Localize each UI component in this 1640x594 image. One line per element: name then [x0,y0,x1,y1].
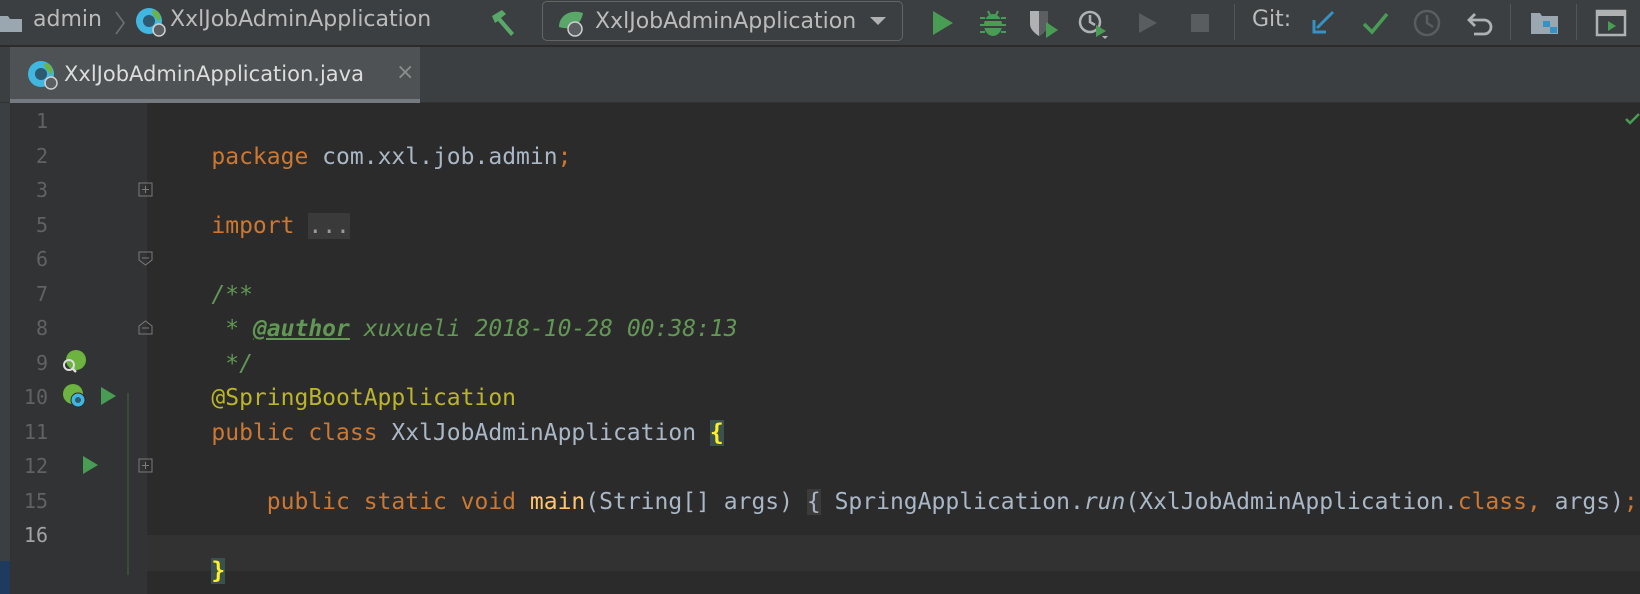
breadcrumb-separator-icon [115,11,125,35]
code-line-8: */ [156,310,253,377]
spring-boot-app-icon[interactable] [60,382,88,410]
line-number: 1 [35,109,48,133]
spring-boot-run-config-icon [559,11,583,37]
chevron-down-icon [870,17,886,25]
code-line-7: * @author xuxueli 2018-10-28 00:38:13 [156,275,737,342]
spring-boot-class-icon [28,61,58,90]
tab-xxl-job-admin-application[interactable]: XxlJobAdminApplication.java × [10,47,420,103]
code-line-1: package com.xxl.job.admin; [156,103,571,170]
code-line-12: public static void main(String[] args) {… [156,448,1640,515]
spring-boot-class-icon [136,8,166,37]
folded-brace-open[interactable]: { [806,489,821,515]
javadoc-author-text: xuxueli 2018-10-28 00:38:13 [349,316,738,342]
comma: , [1526,489,1541,515]
tool-window-marker [0,561,10,594]
method-body: (XxlJobAdminApplication. [1125,489,1458,515]
folded-imports[interactable]: ... [308,213,350,239]
fold-collapse-icon[interactable] [138,251,153,266]
spring-bean-search-icon[interactable] [60,347,88,375]
method-name: main [529,489,586,515]
line-number: 12 [23,454,48,478]
tab-label: XxlJobAdminApplication.java [64,62,364,86]
code-line-3: import ... [156,172,350,239]
fold-expand-icon[interactable] [138,182,153,197]
breadcrumb-module[interactable]: admin [33,7,102,32]
keyword: public class [211,420,378,446]
line-number: 3 [35,178,48,202]
git-update-icon[interactable] [1307,6,1341,40]
line-number: 11 [23,420,48,444]
vcs-change-marker [127,393,129,575]
keyword: import [211,213,295,239]
code-line-6: /** [156,241,253,308]
code-line-9: @SpringBootApplication [156,344,516,411]
semicolon: ; [1623,489,1638,515]
javadoc-tag: @author [252,316,350,342]
keyword: package [211,144,309,170]
folder-icon [0,16,22,32]
line-number: 5 [35,213,48,237]
coverage-icon[interactable] [1026,6,1060,40]
line-number: 2 [35,144,48,168]
run-configuration-label: XxlJobAdminApplication [595,9,857,34]
method-body: SpringApplication. [820,489,1084,515]
line-number: 6 [35,247,48,271]
current-line-highlight [147,535,1640,571]
run-configuration-selector[interactable]: XxlJobAdminApplication [542,1,903,41]
breadcrumb-class[interactable]: XxlJobAdminApplication [170,7,431,32]
line-number: 8 [35,316,48,340]
main-toolbar: admin XxlJobAdminApplication XxlJobAdmin… [0,0,1640,46]
keyword: class [1457,489,1527,515]
line-number: 7 [35,282,48,306]
left-tool-strip [0,103,10,594]
semicolon: ; [557,144,572,170]
run-icon[interactable] [925,6,959,40]
git-history-icon[interactable] [1410,6,1444,40]
toolbar-divider [1234,4,1235,40]
package-name: com.xxl.job.admin [308,144,558,170]
method-params: (String[] args) [585,489,793,515]
profile-icon[interactable] [1076,6,1110,40]
code-line-10: public class XxlJobAdminApplication { [156,379,724,446]
line-number: 15 [23,489,48,513]
build-hammer-icon[interactable] [486,6,520,40]
git-commit-icon[interactable] [1358,6,1392,40]
stop-icon [1191,14,1209,32]
close-icon[interactable]: × [396,60,414,85]
matched-brace: { [709,420,724,446]
inspection-ok-icon[interactable] [1624,111,1640,127]
method-args: args) [1540,489,1624,515]
fold-end-icon[interactable] [138,320,153,335]
run-class-icon[interactable] [94,382,122,410]
project-structure-icon[interactable] [1528,6,1562,40]
line-number: 16 [23,523,48,547]
line-number: 10 [23,385,48,409]
code-editor[interactable]: 1 2 3 5 6 7 8 9 10 11 12 15 16 package c… [0,103,1640,594]
run-disabled-icon [1139,13,1157,33]
line-number: 9 [35,351,48,375]
fold-expand-icon[interactable] [138,458,153,473]
presentation-icon[interactable] [1594,6,1628,40]
git-label: Git: [1252,7,1292,32]
editor-tab-bar: XxlJobAdminApplication.java × [0,47,1640,103]
toolbar-divider [1510,4,1511,40]
git-rollback-icon[interactable] [1462,6,1496,40]
class-name: XxlJobAdminApplication [377,420,710,446]
code-line-16: } [156,517,226,584]
debug-icon[interactable] [976,6,1010,40]
run-main-icon[interactable] [76,451,104,479]
static-method-call: run [1083,489,1126,515]
matched-brace: } [211,558,226,584]
toolbar-divider [1576,4,1577,40]
keyword: public static void [266,489,517,515]
